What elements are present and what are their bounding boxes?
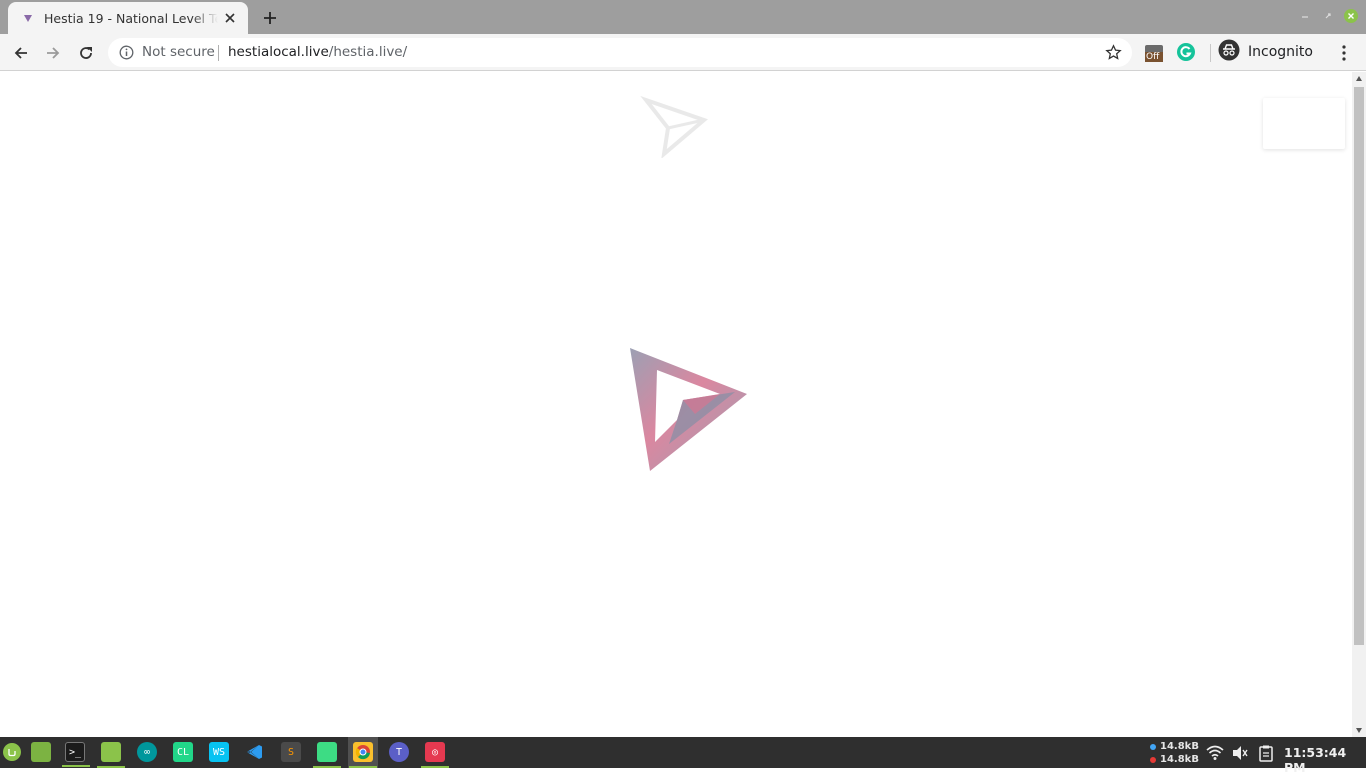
url-text[interactable]: hestialocal.live/hestia.live/ (228, 44, 407, 60)
kebab-menu-icon[interactable] (1336, 42, 1352, 64)
screen-recorder-icon[interactable]: ◎ (421, 742, 449, 768)
download-arrow-icon (1150, 743, 1156, 750)
address-separator (218, 45, 219, 61)
mint-menu-icon[interactable] (3, 743, 21, 761)
extension-badge: Off (1146, 52, 1160, 62)
sublime-text-icon[interactable]: S (281, 742, 301, 762)
address-bar[interactable]: Not secure hestialocal.live/hestia.live/ (108, 38, 1132, 67)
files-icon[interactable] (97, 742, 125, 768)
clipboard-icon[interactable] (1257, 744, 1275, 762)
hestia-logo-faint-icon (640, 96, 708, 158)
security-label[interactable]: Not secure (142, 44, 215, 60)
url-path: /hestia.live/ (328, 44, 408, 60)
tab-title: Hestia 19 - National Level Tech Fest (44, 10, 218, 26)
incognito-profile-button[interactable]: Incognito (1218, 38, 1313, 66)
android-studio-icon[interactable] (313, 742, 341, 768)
terminal-icon[interactable]: >_ (62, 742, 90, 767)
tab-strip: Hestia 19 - National Level Tech Fest (0, 0, 1366, 34)
close-tab-icon[interactable] (222, 10, 238, 26)
vscode-icon[interactable] (245, 742, 265, 762)
extension-off-icon[interactable]: Off (1143, 42, 1165, 64)
new-tab-button[interactable] (259, 7, 281, 29)
net-up-rate: 14.8kB (1160, 754, 1199, 765)
toolbar-separator (1210, 44, 1211, 62)
network-monitor: 14.8kB 14.8kB (1150, 740, 1199, 766)
chrome-icon[interactable] (349, 742, 377, 768)
reload-icon[interactable] (73, 40, 99, 66)
clock[interactable]: 11:53:44 PM (1284, 745, 1366, 775)
volume-icon[interactable] (1231, 744, 1249, 762)
incognito-icon (1218, 39, 1240, 65)
webstorm-icon[interactable]: WS (209, 742, 229, 762)
forward-arrow-icon[interactable] (40, 40, 66, 66)
page-scrollbar[interactable] (1352, 72, 1366, 737)
info-icon[interactable] (119, 45, 134, 60)
incognito-label: Incognito (1248, 44, 1313, 60)
teams-icon[interactable]: T (389, 742, 409, 762)
grammarly-icon[interactable] (1176, 42, 1198, 64)
bookmark-star-icon[interactable] (1105, 44, 1122, 61)
arduino-icon[interactable]: ∞ (137, 742, 157, 762)
wifi-icon[interactable] (1206, 744, 1224, 762)
url-host: hestialocal.live (228, 44, 329, 60)
scroll-down-arrow-icon[interactable] (1355, 726, 1363, 734)
scroll-up-arrow-icon[interactable] (1355, 75, 1363, 83)
minimize-icon[interactable] (1298, 9, 1312, 23)
maximize-icon[interactable] (1321, 9, 1335, 23)
scrollbar-thumb[interactable] (1354, 87, 1364, 645)
back-arrow-icon[interactable] (8, 40, 34, 66)
net-down-rate: 14.8kB (1160, 741, 1199, 752)
top-right-card (1263, 98, 1345, 149)
os-taskbar: >_ ∞ CL WS S T ◎ 14.8kB 14.8kB 11:53:44 … (0, 737, 1366, 775)
clion-icon[interactable]: CL (173, 742, 193, 762)
upload-arrow-icon (1150, 756, 1156, 763)
show-desktop-icon[interactable] (31, 742, 51, 762)
browser-tab[interactable]: Hestia 19 - National Level Tech Fest (8, 2, 248, 34)
page-viewport (0, 72, 1352, 737)
close-window-icon[interactable] (1344, 9, 1358, 23)
hestia-logo-loader-icon (630, 348, 747, 471)
browser-toolbar: Not secure hestialocal.live/hestia.live/… (0, 34, 1366, 71)
hestia-logo-icon (20, 13, 36, 23)
